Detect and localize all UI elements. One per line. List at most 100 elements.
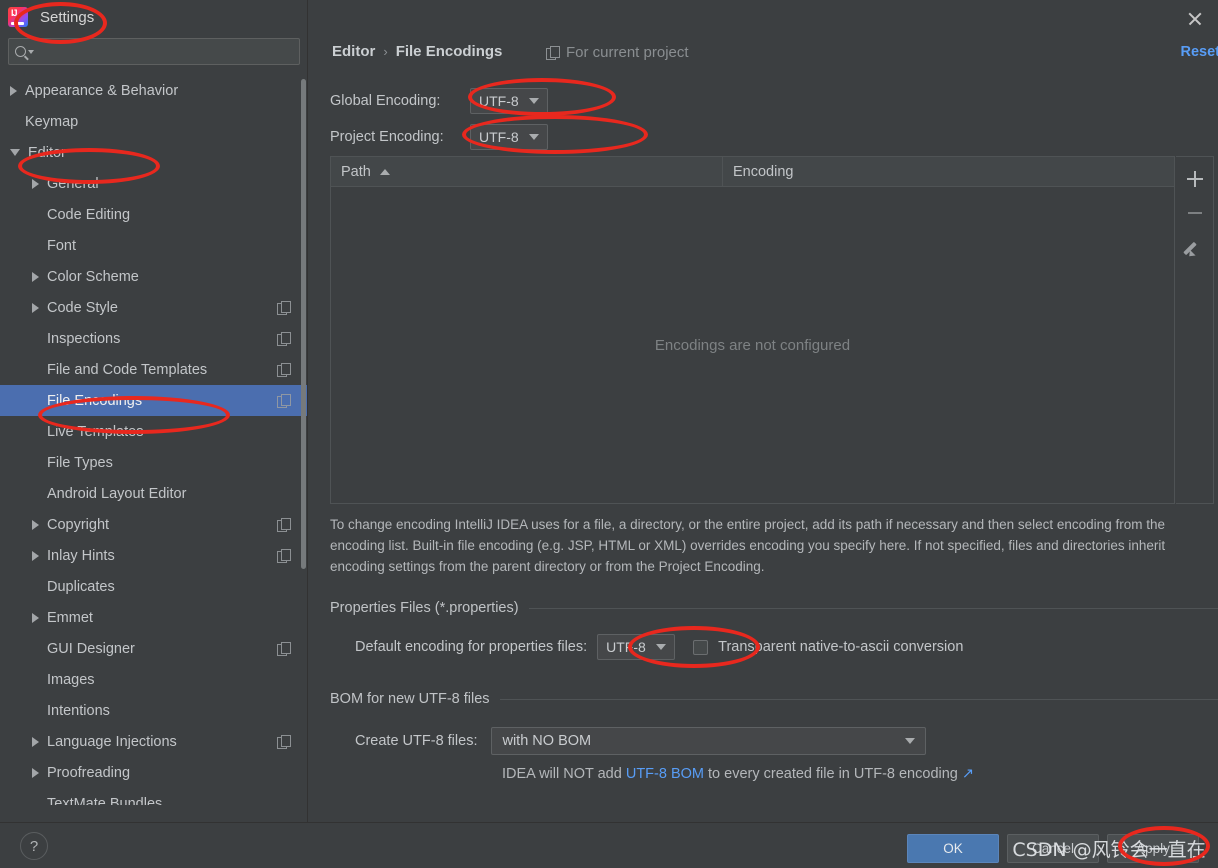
search-input[interactable] [34, 43, 293, 60]
sidebar-item-intentions[interactable]: Intentions [0, 695, 308, 726]
add-icon[interactable] [1181, 165, 1209, 193]
bom-group-title-row: BOM for new UTF-8 files [330, 691, 1218, 707]
native-to-ascii-checkbox[interactable] [693, 639, 709, 655]
sidebar-item-emmet[interactable]: Emmet [0, 602, 308, 633]
sidebar-scrollbar-thumb[interactable] [301, 79, 306, 569]
scope-label: For current project [566, 44, 689, 61]
bom-group: BOM for new UTF-8 files [330, 691, 1218, 707]
chevron-down-icon [655, 644, 666, 650]
chevron-down-icon[interactable] [10, 149, 20, 156]
description-text: To change encoding IntelliJ IDEA uses fo… [330, 517, 1166, 574]
sidebar-item-label: Language Injections [47, 733, 177, 750]
sidebar-item-live-templates[interactable]: Live Templates [0, 416, 308, 447]
sidebar-item-file-encodings[interactable]: File Encodings [0, 385, 308, 416]
copy-icon [277, 735, 291, 749]
bom-note-prefix: IDEA will NOT add [502, 766, 626, 782]
search-box[interactable] [8, 38, 300, 65]
chevron-down-icon [528, 134, 539, 140]
column-header-path[interactable]: Path [331, 157, 723, 186]
reset-link[interactable]: Reset [1181, 44, 1218, 60]
utf8-bom-link[interactable]: UTF-8 BOM [626, 766, 704, 782]
sidebar-item-editor[interactable]: Editor [0, 137, 308, 168]
chevron-right-icon[interactable] [32, 736, 39, 747]
bom-note-suffix: to every created file in UTF-8 encoding [703, 766, 958, 782]
chevron-right-icon[interactable] [32, 550, 39, 561]
breadcrumb-parent[interactable]: Editor [332, 43, 375, 60]
sidebar-item-inlay-hints[interactable]: Inlay Hints [0, 540, 308, 571]
chevron-right-icon[interactable] [32, 178, 39, 189]
chevron-right-icon[interactable] [32, 612, 39, 623]
project-encoding-combo[interactable]: UTF-8 [470, 124, 548, 150]
sidebar-item-label: Appearance & Behavior [25, 82, 179, 99]
sidebar-item-code-editing[interactable]: Code Editing [0, 199, 308, 230]
create-utf8-files-combo[interactable]: with NO BOM [491, 727, 927, 755]
close-icon[interactable] [1182, 6, 1208, 32]
ok-button[interactable]: OK [907, 834, 999, 863]
table-empty-message: Encodings are not configured [654, 336, 851, 354]
sidebar-item-file-types[interactable]: File Types [0, 447, 308, 478]
default-properties-encoding-combo[interactable]: UTF-8 [597, 634, 676, 660]
sidebar-item-label: Keymap [25, 113, 79, 130]
sidebar-item-textmate-bundles[interactable]: TextMate Bundles [0, 788, 308, 806]
sidebar-item-appearance-behavior[interactable]: Appearance & Behavior [0, 75, 308, 106]
settings-content-panel: Reset Editor › File Encodings For curren… [308, 0, 1218, 822]
project-encoding-row: Project Encoding: UTF-8 [330, 124, 548, 150]
sidebar-item-label: Images [47, 671, 95, 688]
sidebar-item-proofreading[interactable]: Proofreading [0, 757, 308, 788]
sidebar-item-android-layout-editor[interactable]: Android Layout Editor [0, 478, 308, 509]
chevron-right-icon[interactable] [32, 519, 39, 530]
chevron-right-icon[interactable] [10, 85, 17, 96]
remove-icon[interactable] [1181, 199, 1209, 227]
external-link-icon[interactable]: ↗ [962, 766, 974, 782]
global-encoding-combo[interactable]: UTF-8 [470, 88, 548, 114]
default-properties-encoding-label: Default encoding for properties files: [355, 639, 588, 655]
sidebar-item-duplicates[interactable]: Duplicates [0, 571, 308, 602]
project-encoding-value: UTF-8 [479, 129, 519, 145]
sidebar-item-code-style[interactable]: Code Style [0, 292, 308, 323]
sidebar-item-label: Inspections [47, 330, 121, 347]
sidebar-item-label: Editor [28, 144, 66, 161]
sidebar-item-color-scheme[interactable]: Color Scheme [0, 261, 308, 292]
sidebar-item-font[interactable]: Font [0, 230, 308, 261]
sidebar-item-language-injections[interactable]: Language Injections [0, 726, 308, 757]
column-header-encoding[interactable]: Encoding [723, 157, 1174, 186]
dialog-titlebar: IJ Settings [0, 0, 308, 34]
sidebar-item-copyright[interactable]: Copyright [0, 509, 308, 540]
sidebar-item-images[interactable]: Images [0, 664, 308, 695]
cancel-button[interactable]: Cancel [1007, 834, 1099, 863]
global-encoding-label: Global Encoding: [330, 93, 441, 109]
properties-group-title: Properties Files (*.properties) [330, 600, 519, 616]
table-header-row: Path Encoding [331, 157, 1174, 187]
copy-icon [277, 549, 291, 563]
native-to-ascii-label: Transparent native-to-ascii conversion [718, 639, 964, 655]
settings-dialog: IJ Settings Appearance & Behavior Keymap E… [0, 0, 1218, 868]
sidebar-item-gui-designer[interactable]: GUI Designer [0, 633, 308, 664]
help-icon[interactable]: ? [20, 832, 48, 860]
properties-files-group: Properties Files (*.properties) [330, 600, 1218, 616]
apply-button[interactable]: Apply [1107, 834, 1199, 863]
chevron-right-icon[interactable] [32, 302, 39, 313]
breadcrumb-current: File Encodings [395, 43, 503, 60]
sidebar-item-label: Android Layout Editor [47, 485, 187, 502]
create-utf8-files-label: Create UTF-8 files: [355, 733, 478, 749]
chevron-right-icon[interactable] [32, 271, 39, 282]
edit-pencil-icon[interactable] [1181, 233, 1209, 261]
sidebar-item-label: File Types [47, 454, 113, 471]
search-container [0, 34, 308, 75]
sidebar-item-inspections[interactable]: Inspections [0, 323, 308, 354]
sidebar-item-file-and-code-templates[interactable]: File and Code Templates [0, 354, 308, 385]
search-icon [15, 46, 26, 57]
sidebar-item-general[interactable]: General [0, 168, 308, 199]
sidebar-item-label: File Encodings [47, 392, 143, 409]
sidebar-item-keymap[interactable]: Keymap [0, 106, 308, 137]
chevron-right-icon[interactable] [32, 767, 39, 778]
